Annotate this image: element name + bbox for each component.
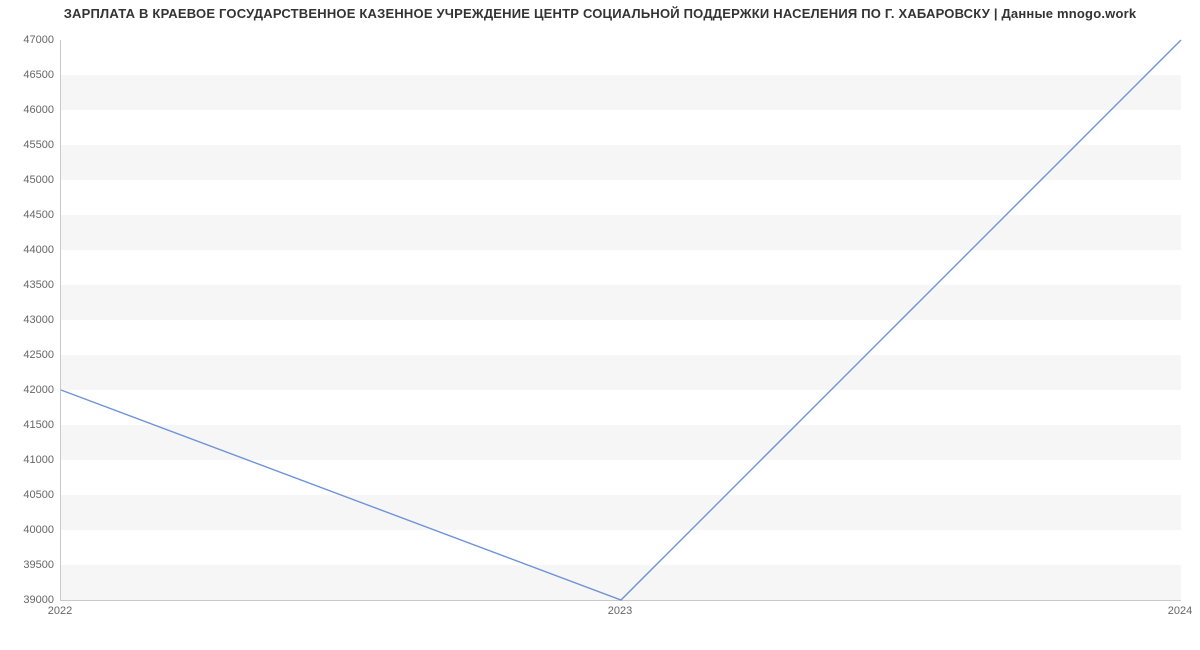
- salary-line: [61, 40, 1181, 600]
- y-tick-label: 46000: [4, 104, 54, 116]
- y-tick-label: 46500: [4, 69, 54, 81]
- y-tick-label: 42500: [4, 349, 54, 361]
- salary-chart: ЗАРПЛАТА В КРАЕВОЕ ГОСУДАРСТВЕННОЕ КАЗЕН…: [0, 0, 1200, 650]
- y-tick-label: 39000: [4, 594, 54, 606]
- chart-title: ЗАРПЛАТА В КРАЕВОЕ ГОСУДАРСТВЕННОЕ КАЗЕН…: [0, 6, 1200, 21]
- x-tick-label: 2024: [1168, 605, 1192, 617]
- y-tick-label: 41500: [4, 419, 54, 431]
- y-tick-label: 45000: [4, 174, 54, 186]
- y-tick-label: 41000: [4, 454, 54, 466]
- line-layer: [61, 40, 1181, 600]
- y-tick-label: 40500: [4, 489, 54, 501]
- y-tick-label: 45500: [4, 139, 54, 151]
- y-tick-label: 43000: [4, 314, 54, 326]
- y-tick-label: 47000: [4, 34, 54, 46]
- y-tick-label: 39500: [4, 559, 54, 571]
- y-tick-label: 43500: [4, 279, 54, 291]
- x-tick-label: 2022: [48, 605, 72, 617]
- plot-area: [60, 40, 1181, 601]
- x-tick-label: 2023: [608, 605, 632, 617]
- y-tick-label: 42000: [4, 384, 54, 396]
- y-tick-label: 44000: [4, 244, 54, 256]
- y-tick-label: 44500: [4, 209, 54, 221]
- y-tick-label: 40000: [4, 524, 54, 536]
